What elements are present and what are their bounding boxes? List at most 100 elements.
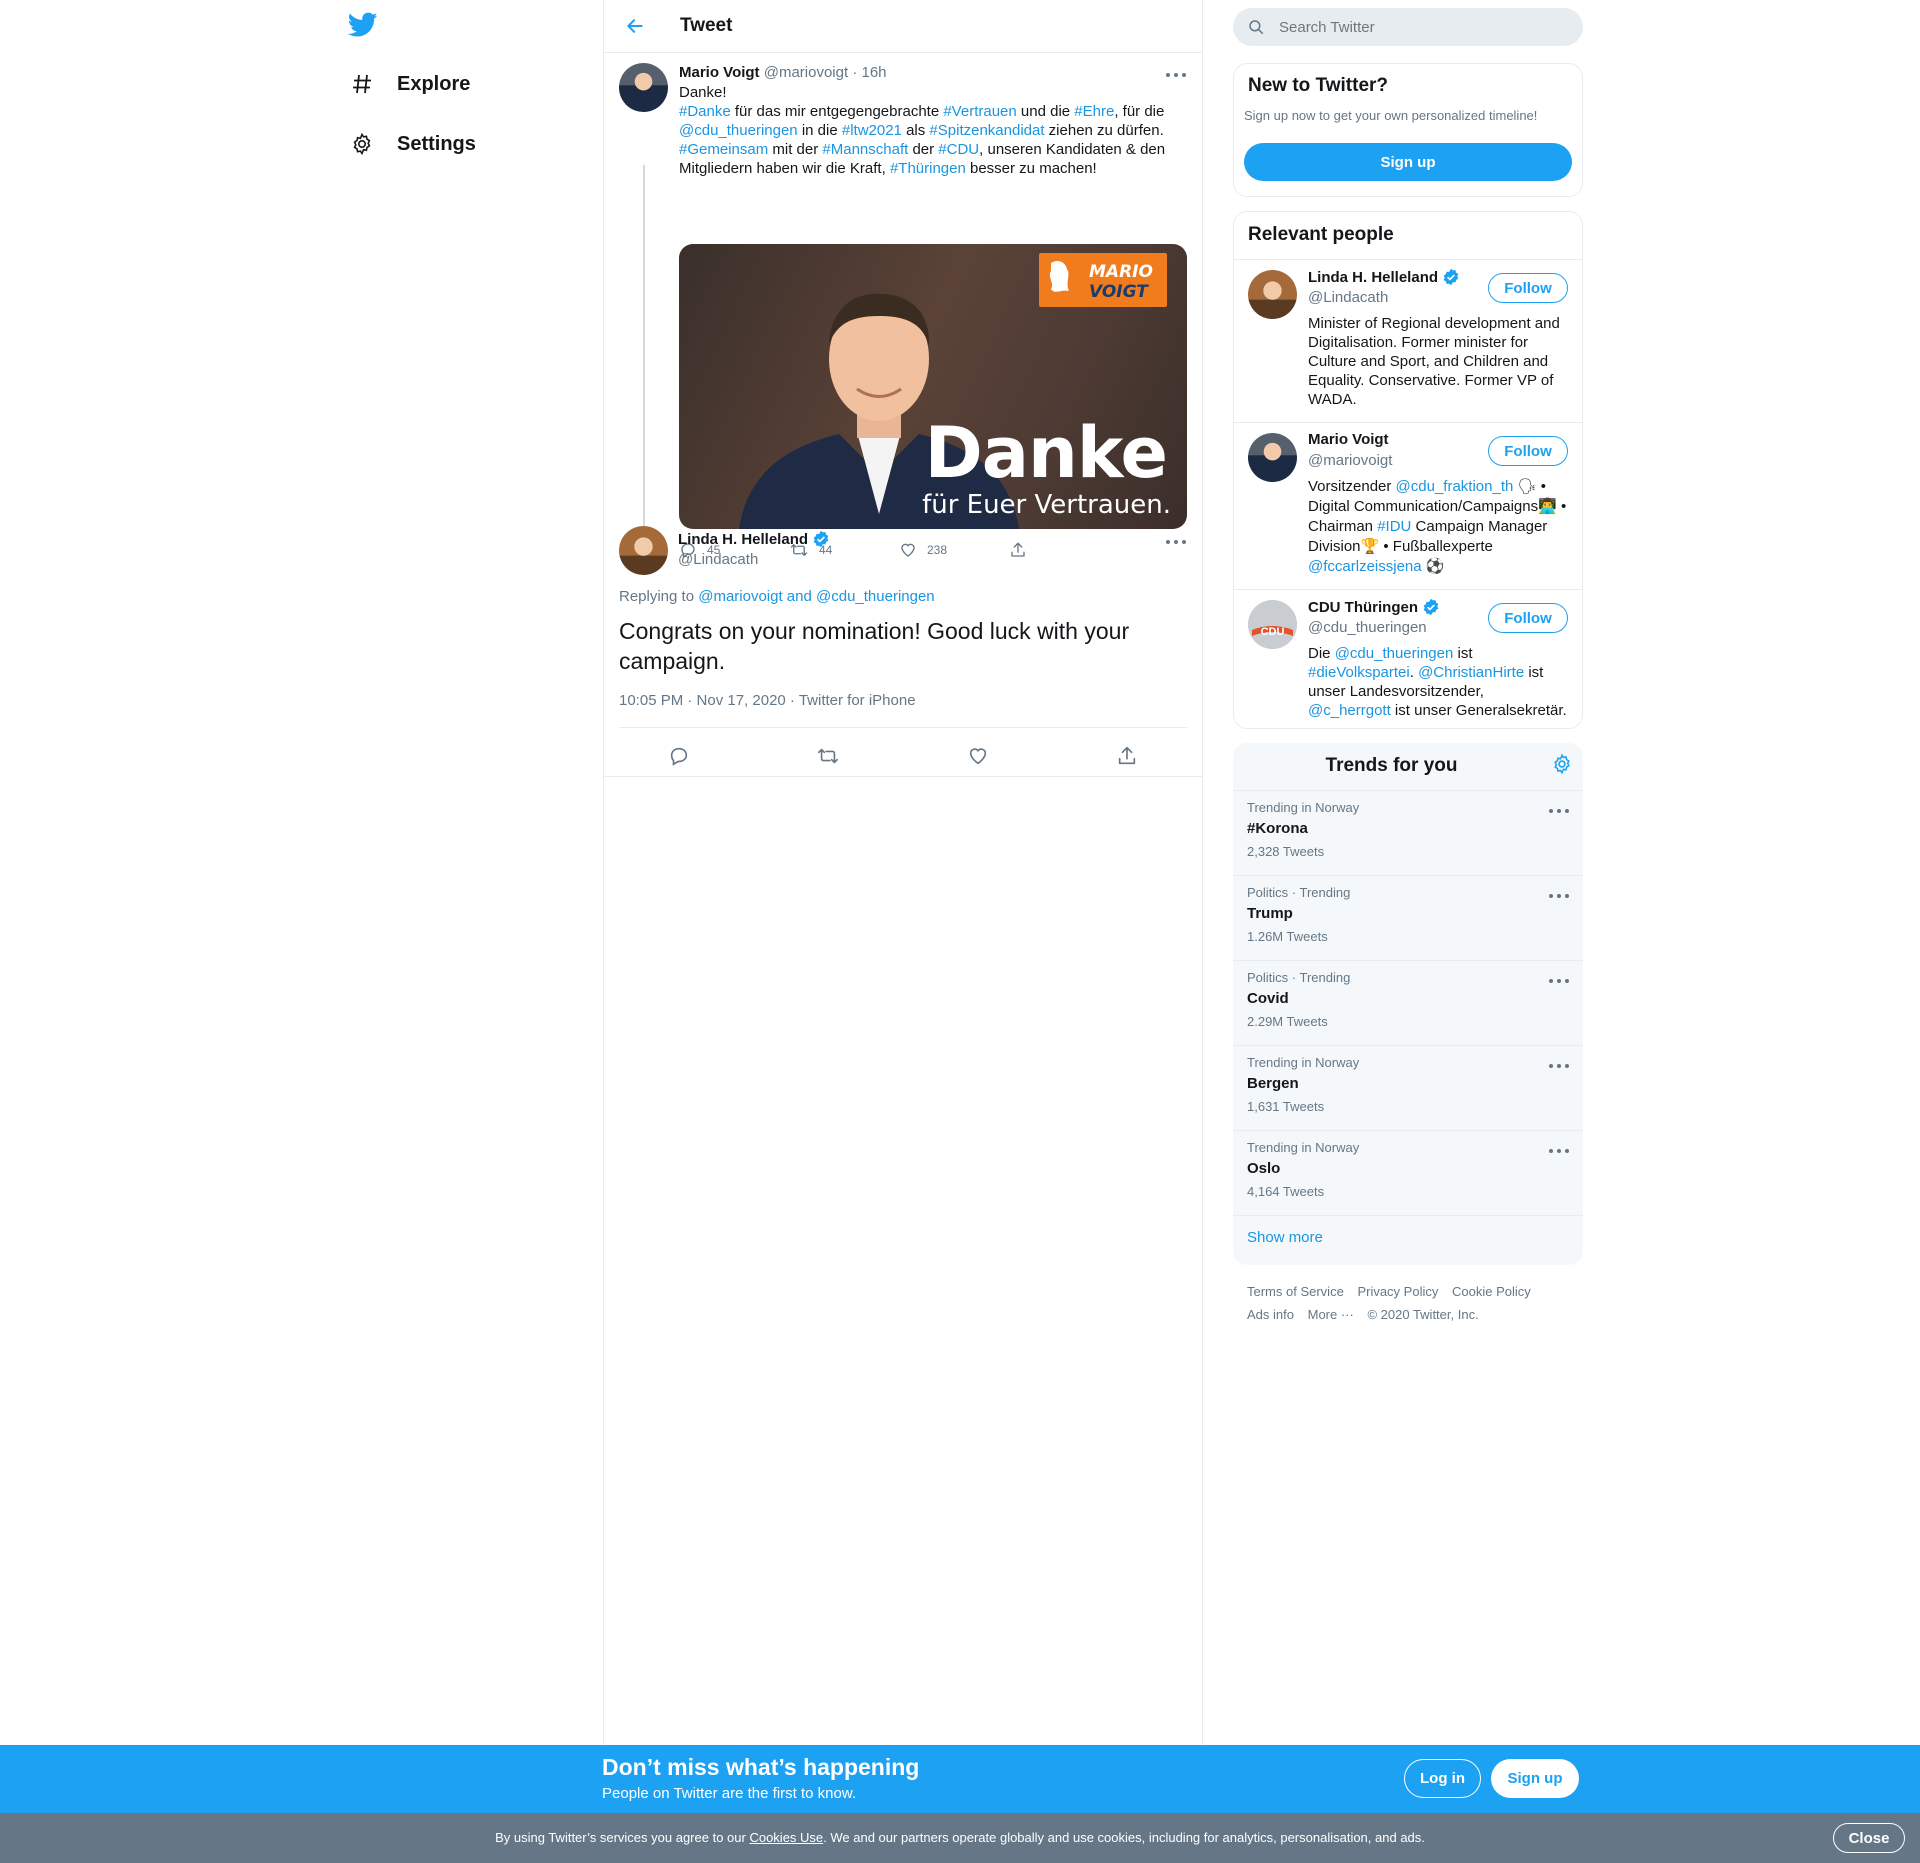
avatar[interactable] [619,526,668,575]
footer-link[interactable]: More ··· [1308,1307,1354,1322]
replying-to-link[interactable]: @mariovoigt and @cdu_thueringen [698,588,934,605]
person-name[interactable]: Linda H. Helleland [1308,268,1460,286]
mention-link[interactable]: @ChristianHirte [1418,664,1524,681]
hashtag-link[interactable]: #IDU [1377,518,1411,535]
text-segment: . We and our partners operate globally a… [823,1830,1425,1845]
text-segment: und die [1016,103,1075,120]
mention-link[interactable]: @cdu_thueringen [1335,645,1454,662]
mention-link[interactable]: @cdu_thueringen [679,122,798,139]
author-handle[interactable]: @mariovoigt [764,64,848,81]
more-options-icon[interactable] [1549,890,1569,902]
person-name[interactable]: Mario Voigt [1308,431,1389,448]
tweet-detail-column: Tweet Mario Voigt @mariovoigt · 16h Dank… [603,0,1203,1745]
avatar[interactable]: CDU [1248,600,1297,649]
nav-item-settings[interactable]: Settings [348,124,476,164]
more-options-icon[interactable] [1549,975,1569,987]
share-button[interactable] [1009,541,1119,559]
trend-item[interactable]: Trending in Norway Oslo 4,164 Tweets [1233,1131,1583,1215]
replying-to: Replying to @mariovoigt and @cdu_thuerin… [619,588,935,605]
show-more-link[interactable]: Show more [1247,1229,1323,1246]
person-row[interactable]: Linda H. Helleland @Lindacath Minister o… [1234,260,1582,422]
mention-link[interactable]: @cdu_fraktion_th [1396,478,1514,495]
hashtag-link[interactable]: #CDU [938,141,979,158]
more-options-icon[interactable] [1549,1145,1569,1157]
trend-count: 2.29M Tweets [1247,1014,1328,1029]
follow-button[interactable]: Follow [1488,603,1568,633]
trends-card: Trends for you Trending in Norway #Koron… [1233,743,1583,1265]
reply-button[interactable] [604,736,754,776]
close-button[interactable]: Close [1833,1823,1905,1853]
hashtag-link[interactable]: #dieVolkspartei [1308,664,1410,681]
author-name[interactable]: Mario Voigt [679,64,760,81]
footer-link[interactable]: Privacy Policy [1357,1284,1438,1299]
avatar[interactable] [1248,433,1297,482]
like-button[interactable] [903,736,1053,776]
trend-item[interactable]: Trending in Norway Bergen 1,631 Tweets [1233,1046,1583,1130]
hashtag-link[interactable]: #Spitzenkandidat [929,122,1044,139]
footer-link[interactable]: Ads info [1247,1307,1294,1322]
hashtag-link[interactable]: #Gemeinsam [679,141,768,158]
footer-link[interactable]: Cookie Policy [1452,1284,1531,1299]
mention-link[interactable]: @c_herrgott [1308,702,1391,719]
hashtag-link[interactable]: #ltw2021 [842,122,902,139]
person-name[interactable]: CDU Thüringen [1308,598,1440,616]
more-options-icon[interactable] [1166,69,1186,81]
person-row[interactable]: CDU CDU Thüringen @cdu_thueringen Die @c… [1234,590,1582,728]
hashtag-link[interactable]: #Danke [679,103,731,120]
nav-item-explore[interactable]: Explore [348,64,470,104]
person-handle[interactable]: @mariovoigt [1308,452,1392,469]
trend-item[interactable]: Politics · Trending Covid 2.29M Tweets [1233,961,1583,1045]
search-input[interactable] [1279,18,1559,36]
person-handle[interactable]: @cdu_thueringen [1308,619,1427,636]
follow-button[interactable]: Follow [1488,273,1568,303]
tweet-time[interactable]: · 16h [852,64,886,81]
mention-link[interactable]: @fccarlzeissjena [1308,558,1422,575]
author-handle[interactable]: @Lindacath [678,551,758,568]
divider [604,776,1202,777]
twitter-bird-icon[interactable] [347,12,382,42]
trend-name: Oslo [1247,1160,1281,1177]
card-title: Relevant people [1248,224,1394,245]
person-handle[interactable]: @Lindacath [1308,289,1388,306]
tweet-image[interactable]: MARIO VOIGT Danke für Euer Vertrauen. [679,244,1187,529]
hashtag-link[interactable]: #Mannschaft [822,141,908,158]
parent-tweet[interactable]: Mario Voigt @mariovoigt · 16h Danke! #Da… [604,53,1202,575]
sign-up-button[interactable]: Sign up [1244,143,1572,181]
banner-subtitle: People on Twitter are the first to know. [602,1785,857,1802]
more-options-icon[interactable] [1549,1060,1569,1072]
follow-button[interactable]: Follow [1488,436,1568,466]
avatar[interactable] [619,63,668,112]
search-box[interactable] [1233,8,1583,46]
more-options-icon[interactable] [1166,536,1186,548]
more-options-icon[interactable] [1549,805,1569,817]
search-icon [1249,20,1264,35]
cookies-use-link[interactable]: Cookies Use [749,1830,823,1845]
banner-headline: Don’t miss what’s happening [602,1754,920,1780]
footer-link[interactable]: Terms of Service [1247,1284,1344,1299]
person-row[interactable]: Mario Voigt @mariovoigt Vorsitzender @cd… [1234,423,1582,589]
trend-item[interactable]: Politics · Trending Trump 1.26M Tweets [1233,876,1583,960]
gear-icon[interactable] [1551,753,1573,780]
relevant-people-card: Relevant people Linda H. Helleland @Lind… [1233,211,1583,729]
trend-name: Trump [1247,905,1293,922]
hashtag-link[interactable]: #Ehre [1074,103,1114,120]
trend-name: Covid [1247,990,1289,1007]
card-title: New to Twitter? [1248,75,1389,96]
text-segment: für das mir entgegengebrachte [730,103,944,120]
hashtag-link[interactable]: #Thüringen [890,160,966,177]
like-button[interactable]: 238 [899,541,1009,559]
arrow-left-icon[interactable] [620,11,650,41]
sign-up-button[interactable]: Sign up [1491,1759,1579,1798]
retweet-button[interactable] [754,736,904,776]
hashtag-link[interactable]: #Vertrauen [943,103,1016,120]
verified-badge-icon [1423,598,1439,616]
cookie-bar: By using Twitter’s services you agree to… [0,1813,1920,1863]
text-segment: Vorsitzender [1308,478,1396,495]
avatar[interactable] [1248,270,1297,319]
tweet-timestamp[interactable]: 10:05 PM · Nov 17, 2020 · Twitter for iP… [619,692,916,709]
author-name[interactable]: Linda H. Helleland [678,530,830,548]
log-in-button[interactable]: Log in [1404,1759,1481,1798]
trend-item[interactable]: Trending in Norway #Korona 2,328 Tweets [1233,791,1583,875]
trend-context: Trending in Norway [1247,1140,1360,1155]
share-button[interactable] [1053,736,1203,776]
